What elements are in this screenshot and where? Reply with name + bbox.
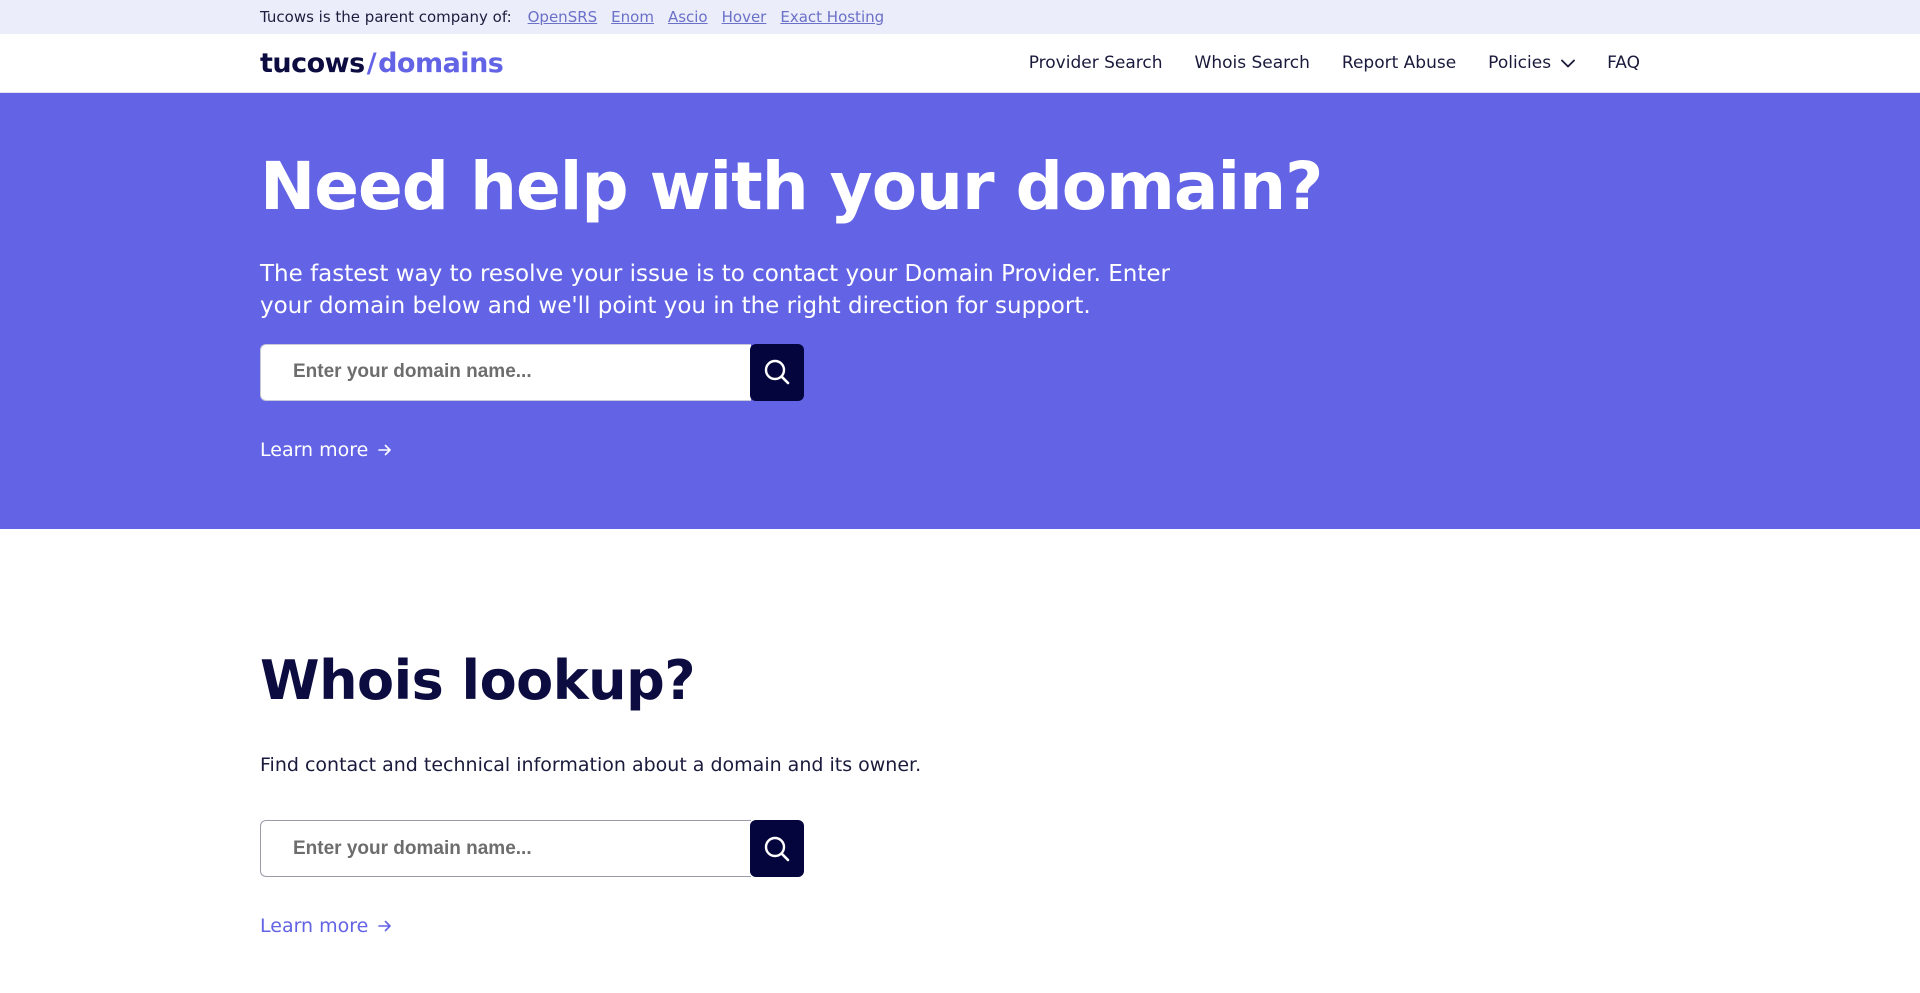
link-hover[interactable]: Hover — [722, 8, 767, 26]
logo-tucows-text: tucows — [260, 47, 365, 79]
whois-learn-more-label: Learn more — [260, 915, 369, 937]
site-header: tucows / domains Provider Search Whois Sea… — [0, 34, 1920, 93]
hero-title: Need help with your domain? — [260, 148, 1323, 225]
provider-domain-input[interactable] — [260, 343, 751, 401]
link-opensrs[interactable]: OpenSRS — [528, 8, 598, 26]
arrow-right-icon — [378, 920, 392, 932]
hero-learn-more-link[interactable]: Learn more — [260, 439, 392, 461]
provider-search-form — [260, 343, 804, 401]
provider-search-button[interactable] — [750, 343, 804, 401]
whois-learn-more-link[interactable]: Learn more — [260, 915, 392, 937]
nav-whois-search[interactable]: Whois Search — [1195, 53, 1310, 73]
hero-section: Need help with your domain? The fastest … — [0, 93, 1920, 529]
parent-company-text: Tucows is the parent company of: — [260, 8, 512, 26]
arrow-right-icon — [378, 444, 392, 456]
nav-provider-search[interactable]: Provider Search — [1029, 53, 1163, 73]
search-icon — [763, 358, 791, 386]
hero-subtitle: The fastest way to resolve your issue is… — [260, 260, 1171, 319]
nav-policies-label: Policies — [1488, 53, 1552, 73]
parent-company-bar: Tucows is the parent company of: OpenSRS… — [0, 0, 1920, 34]
whois-domain-input[interactable] — [260, 820, 751, 877]
whois-description: Find contact and technical information a… — [260, 754, 922, 776]
link-exact-hosting[interactable]: Exact Hosting — [780, 8, 884, 26]
logo-slash: / — [366, 47, 377, 79]
nav-report-abuse[interactable]: Report Abuse — [1342, 53, 1456, 73]
link-ascio[interactable]: Ascio — [668, 8, 708, 26]
logo-domains-text: domains — [378, 47, 504, 79]
whois-section: Whois lookup? Find contact and technical… — [0, 529, 1920, 937]
chevron-down-icon — [1561, 59, 1575, 68]
main-nav: Provider Search Whois Search Report Abus… — [997, 53, 1640, 73]
whois-search-form — [260, 820, 804, 877]
hero-learn-more-label: Learn more — [260, 438, 369, 461]
link-enom[interactable]: Enom — [611, 8, 654, 26]
tucows-domains-logo[interactable]: tucows / domains — [260, 47, 504, 79]
whois-search-button[interactable] — [750, 820, 804, 877]
whois-title: Whois lookup? — [260, 649, 696, 712]
nav-faq[interactable]: FAQ — [1607, 53, 1640, 73]
search-icon — [763, 835, 791, 863]
nav-policies-dropdown[interactable]: Policies — [1488, 53, 1575, 73]
